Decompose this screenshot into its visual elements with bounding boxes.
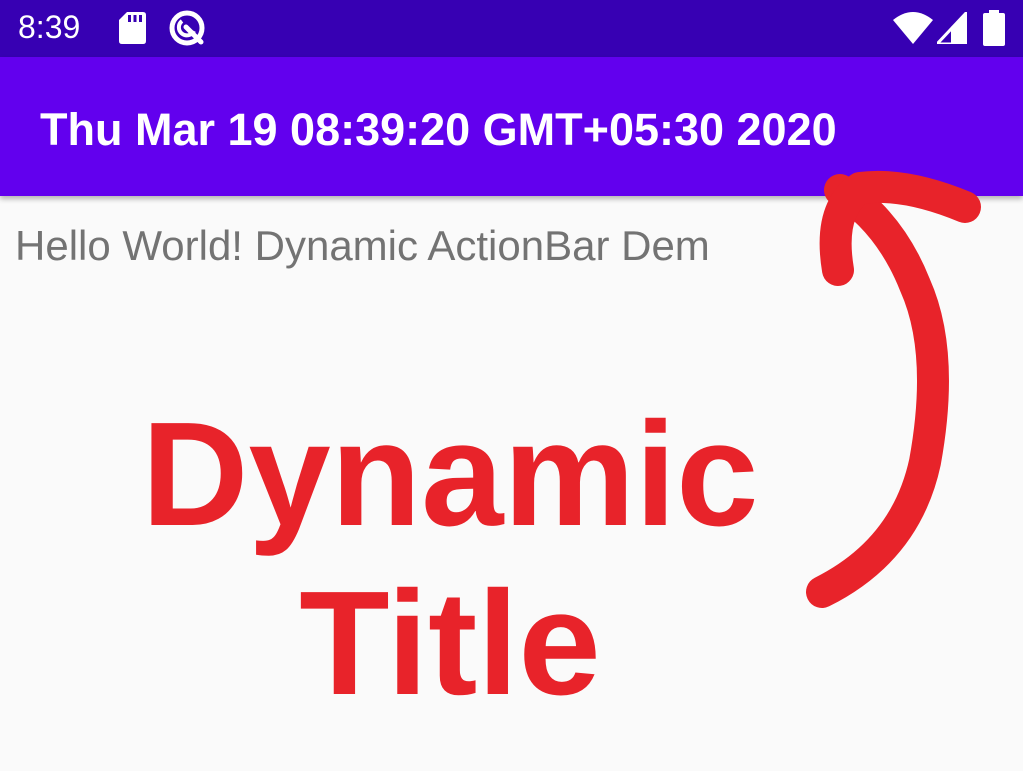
annotation-dynamic: Dynamic	[141, 392, 759, 557]
annotation-title: Title	[299, 561, 601, 726]
